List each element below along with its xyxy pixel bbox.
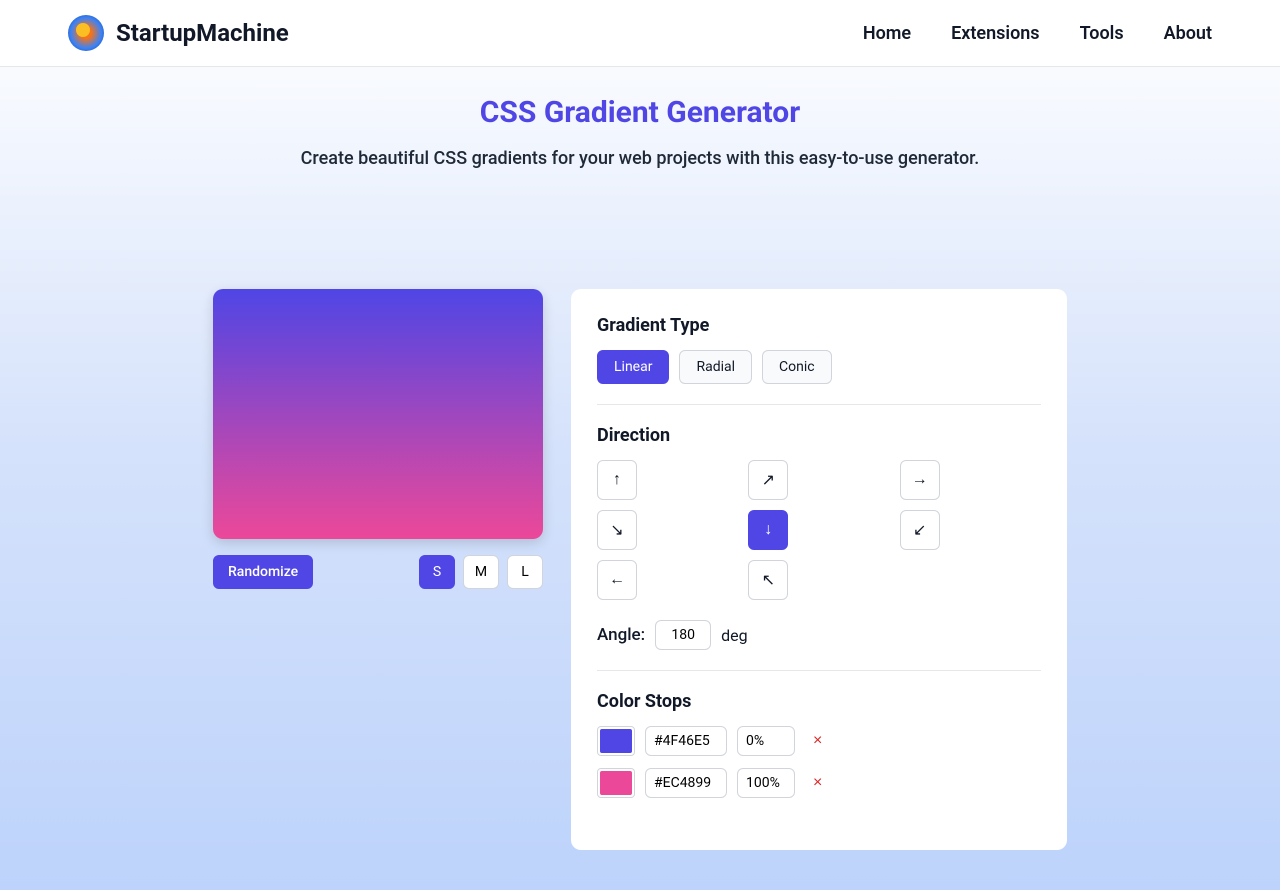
remove-stop-button-1[interactable]: × bbox=[805, 770, 830, 796]
dir-up-button[interactable]: ↑ bbox=[597, 460, 637, 500]
angle-input[interactable] bbox=[655, 620, 711, 650]
type-radial-button[interactable]: Radial bbox=[679, 350, 752, 384]
angle-unit: deg bbox=[721, 626, 748, 645]
color-swatch-inner-1 bbox=[600, 771, 632, 795]
page-title: CSS Gradient Generator bbox=[20, 95, 1260, 130]
type-buttons: Linear Radial Conic bbox=[597, 350, 1041, 384]
dir-up-left-button[interactable]: ↖ bbox=[748, 560, 788, 600]
dir-left-button[interactable]: ← bbox=[597, 560, 637, 600]
color-swatch-0[interactable] bbox=[597, 726, 635, 756]
nav-about[interactable]: About bbox=[1164, 23, 1212, 44]
size-m-button[interactable]: M bbox=[463, 555, 499, 589]
color-swatch-1[interactable] bbox=[597, 768, 635, 798]
randomize-button[interactable]: Randomize bbox=[213, 555, 313, 589]
color-pos-input-1[interactable] bbox=[737, 768, 795, 798]
dir-down-right-button[interactable]: ↘ bbox=[597, 510, 637, 550]
logo-section[interactable]: StartupMachine bbox=[68, 15, 289, 51]
brand-name: StartupMachine bbox=[116, 19, 289, 47]
color-stop-row-1: × bbox=[597, 768, 1041, 798]
dir-down-left-button[interactable]: ↙ bbox=[900, 510, 940, 550]
color-swatch-inner-0 bbox=[600, 729, 632, 753]
navbar: StartupMachine Home Extensions Tools Abo… bbox=[0, 0, 1280, 67]
gradient-preview bbox=[213, 289, 543, 539]
direction-title: Direction bbox=[597, 425, 1041, 446]
direction-grid: ↑ ↗ → ↘ ↓ ↙ ← ↖ bbox=[597, 460, 1041, 600]
preview-section: Randomize S M L bbox=[213, 289, 543, 850]
nav-links: Home Extensions Tools About bbox=[863, 23, 1212, 44]
remove-stop-button-0[interactable]: × bbox=[805, 728, 830, 754]
nav-home[interactable]: Home bbox=[863, 23, 911, 44]
size-buttons: S M L bbox=[419, 555, 543, 589]
page-subtitle: Create beautiful CSS gradients for your … bbox=[20, 148, 1260, 169]
gradient-type-title: Gradient Type bbox=[597, 315, 1041, 336]
angle-label: Angle: bbox=[597, 625, 645, 645]
dir-up-right-button[interactable]: ↗ bbox=[748, 460, 788, 500]
color-stops-title: Color Stops bbox=[597, 691, 1041, 712]
type-linear-button[interactable]: Linear bbox=[597, 350, 669, 384]
color-pos-input-0[interactable] bbox=[737, 726, 795, 756]
color-stop-row-0: × bbox=[597, 726, 1041, 756]
nav-extensions[interactable]: Extensions bbox=[951, 23, 1039, 44]
preview-controls: Randomize S M L bbox=[213, 555, 543, 589]
divider bbox=[597, 670, 1041, 671]
logo-icon bbox=[68, 15, 104, 51]
size-l-button[interactable]: L bbox=[507, 555, 543, 589]
type-conic-button[interactable]: Conic bbox=[762, 350, 832, 384]
color-hex-input-1[interactable] bbox=[645, 768, 727, 798]
dir-right-button[interactable]: → bbox=[900, 460, 940, 500]
size-s-button[interactable]: S bbox=[419, 555, 455, 589]
color-hex-input-0[interactable] bbox=[645, 726, 727, 756]
controls-panel: Gradient Type Linear Radial Conic Direct… bbox=[571, 289, 1067, 850]
dir-down-button[interactable]: ↓ bbox=[748, 510, 788, 550]
hero: CSS Gradient Generator Create beautiful … bbox=[0, 67, 1280, 189]
main-content: Randomize S M L Gradient Type Linear Rad… bbox=[0, 189, 1280, 890]
nav-tools[interactable]: Tools bbox=[1080, 23, 1124, 44]
angle-row: Angle: deg bbox=[597, 620, 1041, 650]
divider bbox=[597, 404, 1041, 405]
